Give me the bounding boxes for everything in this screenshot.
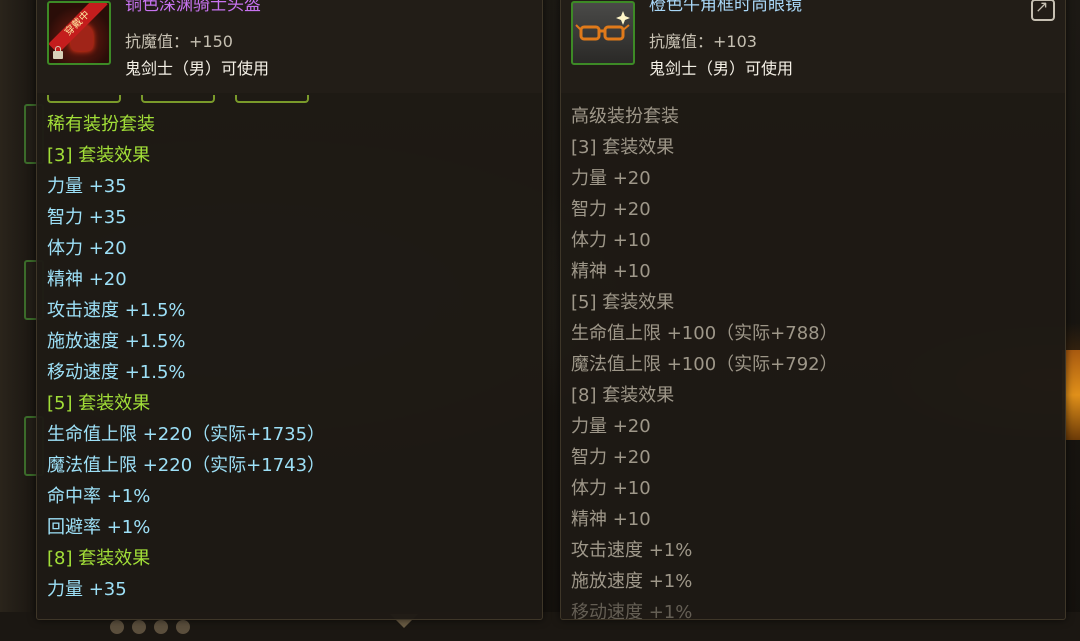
- set-effects-list: 稀有装扮套装 [3] 套装效果 力量 +35 智力 +35 体力 +20 精神 …: [47, 109, 325, 605]
- export-icon[interactable]: [1031, 0, 1055, 21]
- resist-value: 抗魔值：+150: [125, 32, 233, 51]
- item-name: 橙色牛角框时尚眼镜: [649, 0, 802, 15]
- set-effect-stat: 力量 +35: [47, 176, 127, 197]
- set-effect-header: [8] 套装效果: [47, 548, 151, 569]
- set-effect-stat: 智力 +20: [571, 447, 651, 468]
- set-effect-header: [8] 套装效果: [571, 385, 675, 406]
- usable-by: 鬼剑士（男）可使用: [649, 59, 794, 78]
- glasses-icon: [571, 1, 635, 65]
- set-effect-stat: 施放速度 +1.5%: [47, 331, 186, 352]
- set-effect-stat: 精神 +10: [571, 509, 651, 530]
- background-dot: [176, 620, 190, 634]
- set-effect-stat: 力量 +20: [571, 416, 651, 437]
- set-effect-stat: 体力 +20: [47, 238, 127, 259]
- set-effect-stat: 智力 +35: [47, 207, 127, 228]
- equipped-item-tooltip: 穿戴中 铜色深渊骑士头盔 抗魔值：+150 鬼剑士（男）可使用 稀有装扮套装 […: [36, 0, 543, 620]
- tooltip-header: 橙色牛角框时尚眼镜 抗魔值：+103 鬼剑士（男）可使用: [561, 0, 1065, 93]
- resist-value: 抗魔值：+103: [649, 32, 757, 51]
- set-effect-stat: 力量 +35: [47, 579, 127, 600]
- background-dot: [154, 620, 168, 634]
- set-effect-stat: 精神 +20: [47, 269, 127, 290]
- background-dot: [132, 620, 146, 634]
- set-effect-stat: 体力 +10: [571, 478, 651, 499]
- item-name: 铜色深渊骑士头盔: [125, 0, 261, 15]
- socket-slot: [235, 95, 309, 103]
- set-effect-stat: 智力 +20: [571, 199, 651, 220]
- set-effect-stat: 回避率 +1%: [47, 517, 151, 538]
- set-effect-stat: 命中率 +1%: [47, 486, 151, 507]
- set-effect-stat: 移动速度 +1%: [571, 602, 693, 620]
- set-effect-stat: 魔法值上限 +220（实际+1743）: [47, 455, 326, 476]
- set-effect-stat: 移动速度 +1.5%: [47, 362, 186, 383]
- socket-slot: [47, 95, 121, 103]
- set-effect-stat: 魔法值上限 +100（实际+792）: [571, 354, 838, 375]
- set-effect-header: [5] 套装效果: [47, 393, 151, 414]
- compare-item-tooltip: 橙色牛角框时尚眼镜 抗魔值：+103 鬼剑士（男）可使用 高级装扮套装 [3] …: [560, 0, 1066, 620]
- set-effect-stat: 攻击速度 +1.5%: [47, 300, 186, 321]
- tooltip-header: 穿戴中 铜色深渊骑士头盔 抗魔值：+150 鬼剑士（男）可使用: [37, 0, 542, 93]
- set-effect-stat: 攻击速度 +1%: [571, 540, 693, 561]
- set-effect-stat: 体力 +10: [571, 230, 651, 251]
- helmet-icon: 穿戴中: [47, 1, 111, 65]
- set-effect-header: [5] 套装效果: [571, 292, 675, 313]
- socket-slot: [141, 95, 215, 103]
- set-effect-stat: 生命值上限 +220（实际+1735）: [47, 424, 326, 445]
- set-effect-header: [3] 套装效果: [47, 145, 151, 166]
- set-effect-header: [3] 套装效果: [571, 137, 675, 158]
- set-effect-stat: 施放速度 +1%: [571, 571, 693, 592]
- lock-icon: [53, 46, 63, 59]
- set-effect-stat: 生命值上限 +100（实际+788）: [571, 323, 838, 344]
- usable-by: 鬼剑士（男）可使用: [125, 59, 270, 78]
- set-rarity-label: 稀有装扮套装: [47, 114, 155, 135]
- set-rarity-label: 高级装扮套装: [571, 106, 679, 127]
- background-sidebar: [0, 0, 36, 641]
- glasses-graphic: [575, 11, 630, 41]
- set-effect-stat: 力量 +20: [571, 168, 651, 189]
- set-effects-list: 高级装扮套装 [3] 套装效果 力量 +20 智力 +20 体力 +10 精神 …: [571, 101, 838, 620]
- set-effect-stat: 精神 +10: [571, 261, 651, 282]
- background-dot: [110, 620, 124, 634]
